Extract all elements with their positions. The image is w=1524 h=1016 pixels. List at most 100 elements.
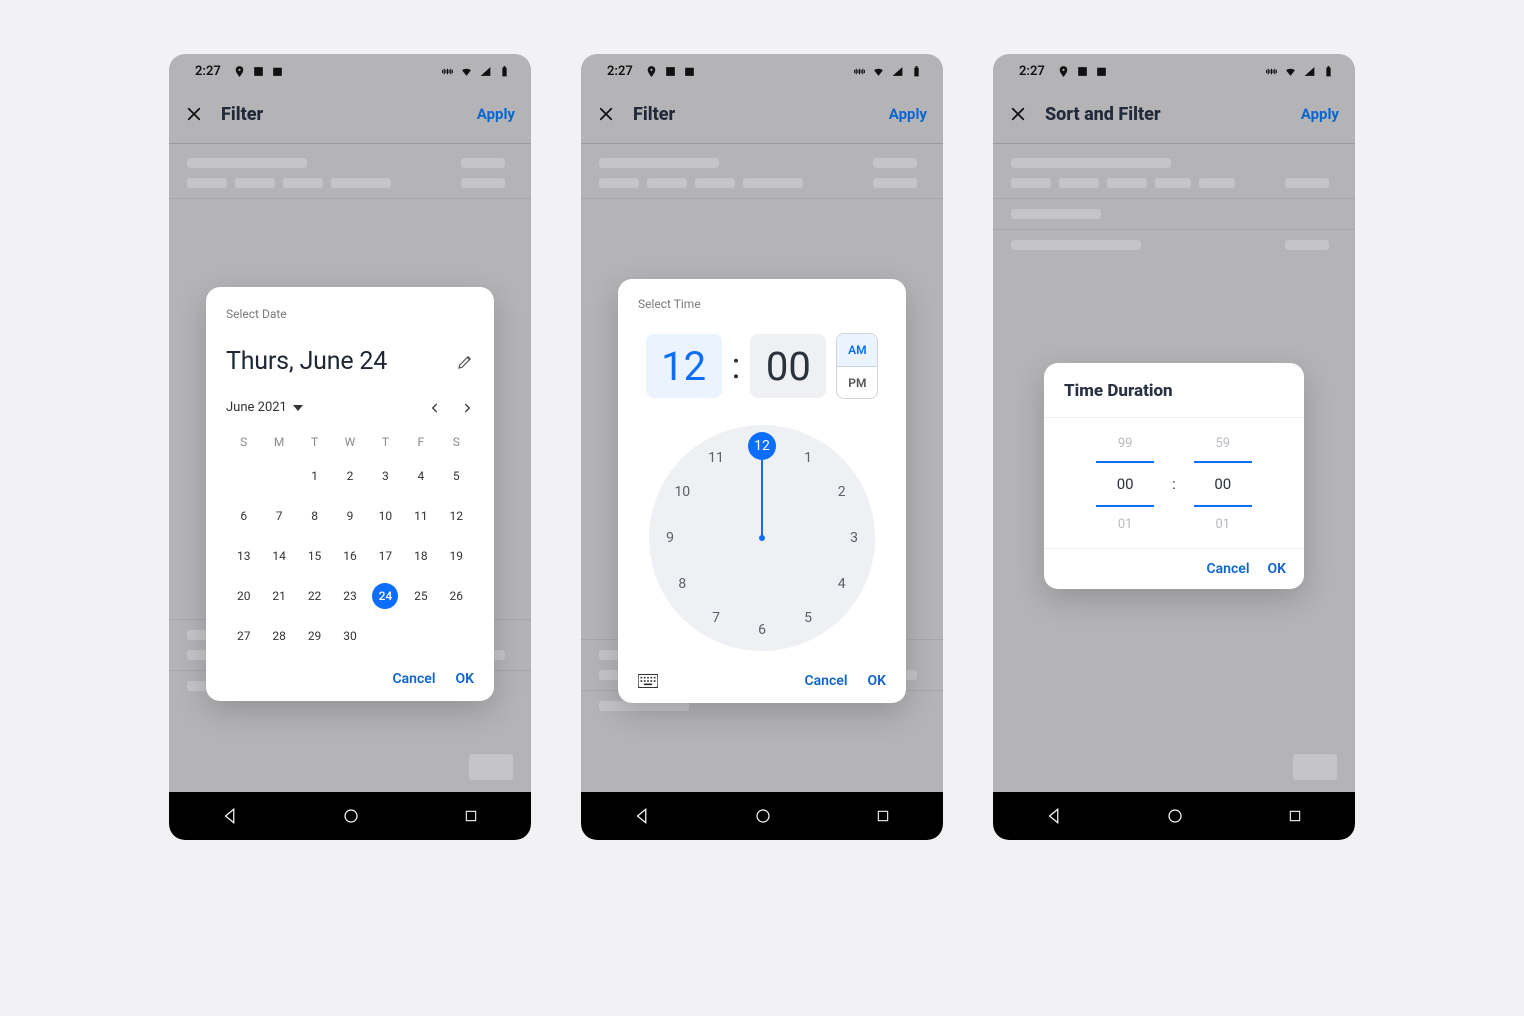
calendar-day[interactable]: 10 <box>372 503 398 529</box>
chevron-right-icon[interactable] <box>460 401 474 415</box>
nav-recent-icon[interactable] <box>1287 808 1303 824</box>
status-bar: 2:27 <box>993 54 1355 85</box>
close-icon <box>597 105 615 123</box>
clock-number[interactable]: 6 <box>748 616 776 644</box>
location-icon <box>233 65 246 78</box>
ok-button[interactable]: OK <box>455 671 474 687</box>
date-label: Select Date <box>226 307 474 321</box>
calendar-day[interactable]: 20 <box>231 583 257 609</box>
calendar-day[interactable]: 14 <box>266 543 292 569</box>
nav-recent-icon[interactable] <box>463 808 479 824</box>
calendar-day[interactable]: 12 <box>443 503 469 529</box>
keyboard-icon[interactable] <box>638 674 658 688</box>
calendar-day[interactable]: 18 <box>408 543 434 569</box>
ok-button[interactable]: OK <box>1267 561 1286 577</box>
calendar-day[interactable]: 1 <box>302 463 328 489</box>
close-button[interactable] <box>1007 103 1029 125</box>
chevron-left-icon[interactable] <box>428 401 442 415</box>
android-navbar <box>993 792 1355 840</box>
cancel-button[interactable]: Cancel <box>1207 561 1250 577</box>
apply-button[interactable]: Apply <box>477 105 515 123</box>
apply-button[interactable]: Apply <box>1301 105 1339 123</box>
clock-number[interactable]: 2 <box>828 478 856 506</box>
image-icon <box>664 65 677 78</box>
cancel-button[interactable]: Cancel <box>805 673 848 689</box>
image-icon <box>1076 65 1089 78</box>
clock-number[interactable]: 7 <box>702 604 730 632</box>
clock-number[interactable]: 10 <box>668 478 696 506</box>
hour-input[interactable]: 12 <box>646 334 722 398</box>
calendar-day[interactable]: 3 <box>372 463 398 489</box>
calendar-day[interactable]: 16 <box>337 543 363 569</box>
pencil-icon[interactable] <box>456 353 474 371</box>
calendar-day[interactable]: 6 <box>231 503 257 529</box>
calendar-day[interactable]: 27 <box>231 623 257 649</box>
nav-back-icon[interactable] <box>633 807 651 825</box>
calendar-day[interactable]: 2 <box>337 463 363 489</box>
calendar-day[interactable]: 22 <box>302 583 328 609</box>
calendar-day[interactable]: 19 <box>443 543 469 569</box>
calendar-day[interactable]: 24 <box>372 583 398 609</box>
signal-icon <box>1303 65 1316 78</box>
ampm-toggle: AM PM <box>836 333 878 399</box>
clock-number[interactable]: 11 <box>702 444 730 472</box>
signal-icon <box>479 65 492 78</box>
clock-number[interactable]: 5 <box>794 604 822 632</box>
calendar-weekday: T <box>368 435 403 449</box>
nav-home-icon[interactable] <box>754 807 772 825</box>
cancel-button[interactable]: Cancel <box>393 671 436 687</box>
nav-back-icon[interactable] <box>221 807 239 825</box>
calendar-day[interactable]: 21 <box>266 583 292 609</box>
calendar-day[interactable]: 25 <box>408 583 434 609</box>
app-bar: Sort and Filter Apply <box>993 85 1355 144</box>
hours-wheel[interactable]: 99 00 01 <box>1096 436 1154 532</box>
nav-home-icon[interactable] <box>1166 807 1184 825</box>
month-selector[interactable]: June 2021 <box>226 400 303 415</box>
calendar-day[interactable]: 13 <box>231 543 257 569</box>
calendar-day[interactable]: 26 <box>443 583 469 609</box>
calendar-weekday: F <box>403 435 438 449</box>
status-bar: 2:27 <box>581 54 943 85</box>
close-icon <box>1009 105 1027 123</box>
nav-back-icon[interactable] <box>1045 807 1063 825</box>
time-colon: : <box>732 345 741 387</box>
calendar-day[interactable]: 23 <box>337 583 363 609</box>
minutes-wheel[interactable]: 59 00 01 <box>1194 436 1252 532</box>
calendar-day[interactable]: 28 <box>266 623 292 649</box>
nav-recent-icon[interactable] <box>875 808 891 824</box>
wifi-icon <box>1284 65 1297 78</box>
image-icon <box>252 65 265 78</box>
clock-hand <box>761 458 763 538</box>
calendar-day[interactable]: 15 <box>302 543 328 569</box>
pm-button[interactable]: PM <box>837 366 877 398</box>
nav-home-icon[interactable] <box>342 807 360 825</box>
close-button[interactable] <box>595 103 617 125</box>
apply-button[interactable]: Apply <box>889 105 927 123</box>
clock-number[interactable]: 8 <box>668 570 696 598</box>
ok-button[interactable]: OK <box>867 673 886 689</box>
calendar-day[interactable]: 5 <box>443 463 469 489</box>
appbar-title: Filter <box>221 104 477 125</box>
wifi-icon <box>872 65 885 78</box>
battery-icon <box>498 65 511 78</box>
duration-body: 99 00 01 : 59 00 01 <box>1044 418 1304 548</box>
close-button[interactable] <box>183 103 205 125</box>
clock-face[interactable]: 12 12 3 45678 9 1011 <box>649 425 875 651</box>
calendar-day[interactable]: 4 <box>408 463 434 489</box>
calendar-day[interactable]: 17 <box>372 543 398 569</box>
clock-number[interactable]: 3 <box>840 524 868 552</box>
clock-number[interactable]: 9 <box>656 524 684 552</box>
calendar-day[interactable]: 8 <box>302 503 328 529</box>
clock-number[interactable]: 4 <box>828 570 856 598</box>
calendar-day[interactable]: 30 <box>337 623 363 649</box>
calendar-day[interactable]: 7 <box>266 503 292 529</box>
calendar-day[interactable]: 11 <box>408 503 434 529</box>
time-picker-modal: Select Time 12 : 00 AM PM 12123456789101… <box>618 279 906 703</box>
close-icon <box>185 105 203 123</box>
am-button[interactable]: AM <box>837 334 877 366</box>
clock-number[interactable]: 1 <box>794 444 822 472</box>
calendar-day[interactable]: 9 <box>337 503 363 529</box>
clock-number[interactable]: 12 <box>748 432 776 460</box>
minute-input[interactable]: 00 <box>750 334 826 398</box>
calendar-day[interactable]: 29 <box>302 623 328 649</box>
